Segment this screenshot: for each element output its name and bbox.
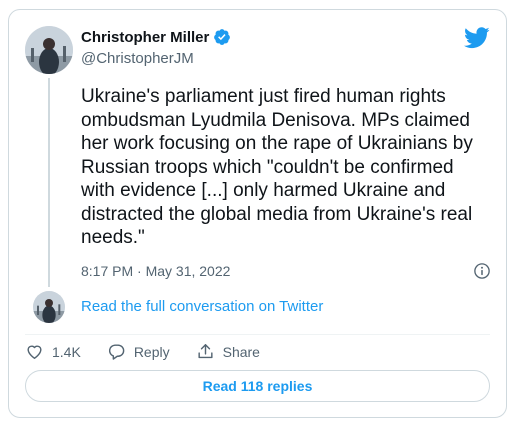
like-button[interactable]: 1.4K [25, 342, 81, 361]
verified-badge-icon [214, 29, 231, 45]
heart-icon [27, 345, 42, 359]
reply-button[interactable]: Reply [107, 342, 170, 361]
action-bar: 1.4K Reply Share [25, 342, 260, 361]
reply-icon [108, 344, 125, 360]
share-button[interactable]: Share [196, 342, 260, 361]
tweet-text: Ukraine's parliament just fired human ri… [81, 86, 473, 248]
thread-line [48, 78, 50, 287]
author-handle[interactable]: @ChristopherJM [81, 50, 194, 67]
twitter-bird-icon[interactable] [464, 27, 490, 49]
divider [25, 334, 490, 335]
read-conversation-link[interactable]: Read the full conversation on Twitter [81, 298, 323, 315]
author-name[interactable]: Christopher Miller [81, 29, 209, 46]
tweet-timestamp[interactable]: 8:17 PM · May 31, 2022 [81, 263, 230, 279]
tweet-card: Christopher Miller @ChristopherJM Ukrain… [8, 9, 507, 418]
conversation-avatar [33, 291, 65, 323]
info-icon[interactable] [473, 262, 491, 280]
tweet-meta: 8:17 PM · May 31, 2022 [81, 262, 491, 280]
like-count: 1.4K [52, 343, 81, 360]
reply-label: Reply [133, 343, 170, 360]
share-label: Share [222, 343, 260, 360]
author-avatar[interactable] [25, 26, 73, 74]
share-icon [198, 344, 213, 359]
read-replies-button[interactable]: Read 118 replies [25, 370, 490, 402]
author-name-row[interactable]: Christopher Miller [81, 28, 231, 46]
